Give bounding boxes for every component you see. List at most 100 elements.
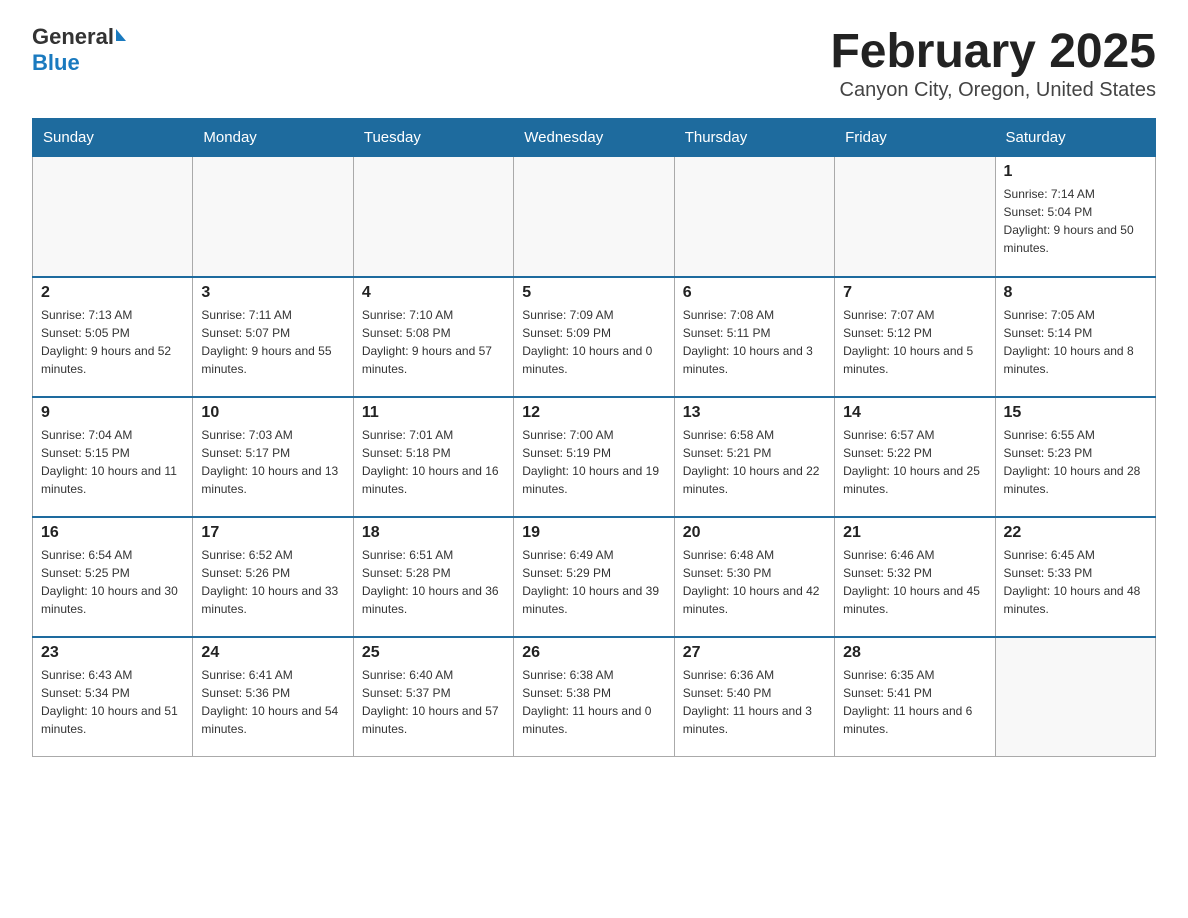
- header-monday: Monday: [193, 119, 353, 157]
- day-info: Sunrise: 6:49 AMSunset: 5:29 PMDaylight:…: [522, 546, 665, 618]
- table-row: 21 Sunrise: 6:46 AMSunset: 5:32 PMDayligh…: [835, 517, 995, 637]
- table-row: 12 Sunrise: 7:00 AMSunset: 5:19 PMDayligh…: [514, 397, 674, 517]
- day-number: 13: [683, 404, 826, 422]
- table-row: 4 Sunrise: 7:10 AMSunset: 5:08 PMDaylight…: [353, 277, 513, 397]
- day-info: Sunrise: 7:14 AMSunset: 5:04 PMDaylight:…: [1004, 185, 1147, 257]
- day-number: 7: [843, 284, 986, 302]
- day-info: Sunrise: 6:35 AMSunset: 5:41 PMDaylight:…: [843, 666, 986, 738]
- table-row: 8 Sunrise: 7:05 AMSunset: 5:14 PMDaylight…: [995, 277, 1155, 397]
- day-info: Sunrise: 6:46 AMSunset: 5:32 PMDaylight:…: [843, 546, 986, 618]
- table-row: [674, 157, 834, 277]
- day-info: Sunrise: 7:11 AMSunset: 5:07 PMDaylight:…: [201, 306, 344, 378]
- header-wednesday: Wednesday: [514, 119, 674, 157]
- header-thursday: Thursday: [674, 119, 834, 157]
- table-row: 22 Sunrise: 6:45 AMSunset: 5:33 PMDayligh…: [995, 517, 1155, 637]
- day-number: 21: [843, 524, 986, 542]
- day-info: Sunrise: 6:51 AMSunset: 5:28 PMDaylight:…: [362, 546, 505, 618]
- day-info: Sunrise: 6:40 AMSunset: 5:37 PMDaylight:…: [362, 666, 505, 738]
- table-row: 26 Sunrise: 6:38 AMSunset: 5:38 PMDayligh…: [514, 637, 674, 757]
- day-number: 24: [201, 644, 344, 662]
- day-info: Sunrise: 7:04 AMSunset: 5:15 PMDaylight:…: [41, 426, 184, 498]
- day-info: Sunrise: 6:43 AMSunset: 5:34 PMDaylight:…: [41, 666, 184, 738]
- table-row: 2 Sunrise: 7:13 AMSunset: 5:05 PMDaylight…: [33, 277, 193, 397]
- table-row: 5 Sunrise: 7:09 AMSunset: 5:09 PMDaylight…: [514, 277, 674, 397]
- table-row: [353, 157, 513, 277]
- header-tuesday: Tuesday: [353, 119, 513, 157]
- day-number: 2: [41, 284, 184, 302]
- day-info: Sunrise: 6:36 AMSunset: 5:40 PMDaylight:…: [683, 666, 826, 738]
- table-row: 17Sunrise: 6:52 AMSunset: 5:26 PMDayligh…: [193, 517, 353, 637]
- table-row: [193, 157, 353, 277]
- table-row: 15 Sunrise: 6:55 AMSunset: 5:23 PMDayligh…: [995, 397, 1155, 517]
- day-info: Sunrise: 6:41 AMSunset: 5:36 PMDaylight:…: [201, 666, 344, 738]
- day-info: Sunrise: 7:05 AMSunset: 5:14 PMDaylight:…: [1004, 306, 1147, 378]
- day-number: 15: [1004, 404, 1147, 422]
- day-number: 1: [1004, 163, 1147, 181]
- day-info: Sunrise: 7:01 AMSunset: 5:18 PMDaylight:…: [362, 426, 505, 498]
- logo-general: General: [32, 24, 114, 50]
- day-number: 12: [522, 404, 665, 422]
- day-info: Sunrise: 6:45 AMSunset: 5:33 PMDaylight:…: [1004, 546, 1147, 618]
- calendar-header: Sunday Monday Tuesday Wednesday Thursday…: [33, 119, 1156, 157]
- calendar-table: Sunday Monday Tuesday Wednesday Thursday…: [32, 118, 1156, 757]
- day-info: Sunrise: 6:38 AMSunset: 5:38 PMDaylight:…: [522, 666, 665, 738]
- table-row: 11 Sunrise: 7:01 AMSunset: 5:18 PMDayligh…: [353, 397, 513, 517]
- table-row: 24 Sunrise: 6:41 AMSunset: 5:36 PMDayligh…: [193, 637, 353, 757]
- day-number: 11: [362, 404, 505, 422]
- table-row: 16 Sunrise: 6:54 AMSunset: 5:25 PMDayligh…: [33, 517, 193, 637]
- day-number: 26: [522, 644, 665, 662]
- title-block: February 2025 Canyon City, Oregon, Unite…: [830, 24, 1156, 102]
- table-row: 10Sunrise: 7:03 AMSunset: 5:17 PMDayligh…: [193, 397, 353, 517]
- table-row: 25 Sunrise: 6:40 AMSunset: 5:37 PMDayligh…: [353, 637, 513, 757]
- table-row: [33, 157, 193, 277]
- weekday-header-row: Sunday Monday Tuesday Wednesday Thursday…: [33, 119, 1156, 157]
- day-info: Sunrise: 7:13 AMSunset: 5:05 PMDaylight:…: [41, 306, 184, 378]
- day-info: Sunrise: 7:00 AMSunset: 5:19 PMDaylight:…: [522, 426, 665, 498]
- day-info: Sunrise: 6:58 AMSunset: 5:21 PMDaylight:…: [683, 426, 826, 498]
- day-number: 17: [201, 524, 344, 542]
- table-row: 9Sunrise: 7:04 AMSunset: 5:15 PMDaylight…: [33, 397, 193, 517]
- calendar-week-row: 23Sunrise: 6:43 AMSunset: 5:34 PMDayligh…: [33, 637, 1156, 757]
- day-number: 4: [362, 284, 505, 302]
- table-row: 7 Sunrise: 7:07 AMSunset: 5:12 PMDaylight…: [835, 277, 995, 397]
- calendar-week-row: 1 Sunrise: 7:14 AMSunset: 5:04 PMDaylight…: [33, 157, 1156, 277]
- header-saturday: Saturday: [995, 119, 1155, 157]
- day-info: Sunrise: 6:54 AMSunset: 5:25 PMDaylight:…: [41, 546, 184, 618]
- table-row: 23Sunrise: 6:43 AMSunset: 5:34 PMDayligh…: [33, 637, 193, 757]
- day-number: 16: [41, 524, 184, 542]
- table-row: 20Sunrise: 6:48 AMSunset: 5:30 PMDayligh…: [674, 517, 834, 637]
- table-row: 14Sunrise: 6:57 AMSunset: 5:22 PMDayligh…: [835, 397, 995, 517]
- table-row: 27Sunrise: 6:36 AMSunset: 5:40 PMDayligh…: [674, 637, 834, 757]
- calendar-week-row: 16 Sunrise: 6:54 AMSunset: 5:25 PMDayligh…: [33, 517, 1156, 637]
- day-info: Sunrise: 7:09 AMSunset: 5:09 PMDaylight:…: [522, 306, 665, 378]
- logo-blue: Blue: [32, 50, 80, 76]
- header-sunday: Sunday: [33, 119, 193, 157]
- day-number: 19: [522, 524, 665, 542]
- page-title: February 2025: [830, 24, 1156, 79]
- day-info: Sunrise: 7:07 AMSunset: 5:12 PMDaylight:…: [843, 306, 986, 378]
- day-info: Sunrise: 6:48 AMSunset: 5:30 PMDaylight:…: [683, 546, 826, 618]
- table-row: [995, 637, 1155, 757]
- table-row: [835, 157, 995, 277]
- table-row: 3Sunrise: 7:11 AMSunset: 5:07 PMDaylight…: [193, 277, 353, 397]
- table-row: 1 Sunrise: 7:14 AMSunset: 5:04 PMDaylight…: [995, 157, 1155, 277]
- page-subtitle: Canyon City, Oregon, United States: [830, 79, 1156, 102]
- day-number: 25: [362, 644, 505, 662]
- day-info: Sunrise: 6:55 AMSunset: 5:23 PMDaylight:…: [1004, 426, 1147, 498]
- table-row: 19 Sunrise: 6:49 AMSunset: 5:29 PMDayligh…: [514, 517, 674, 637]
- day-number: 5: [522, 284, 665, 302]
- logo: General Blue: [32, 24, 126, 76]
- logo-arrow-icon: [116, 29, 126, 41]
- table-row: 28 Sunrise: 6:35 AMSunset: 5:41 PMDayligh…: [835, 637, 995, 757]
- table-row: [514, 157, 674, 277]
- table-row: 13 Sunrise: 6:58 AMSunset: 5:21 PMDayligh…: [674, 397, 834, 517]
- day-number: 22: [1004, 524, 1147, 542]
- day-number: 18: [362, 524, 505, 542]
- table-row: 18 Sunrise: 6:51 AMSunset: 5:28 PMDayligh…: [353, 517, 513, 637]
- day-info: Sunrise: 7:08 AMSunset: 5:11 PMDaylight:…: [683, 306, 826, 378]
- day-number: 8: [1004, 284, 1147, 302]
- day-info: Sunrise: 6:57 AMSunset: 5:22 PMDaylight:…: [843, 426, 986, 498]
- day-number: 28: [843, 644, 986, 662]
- day-info: Sunrise: 7:10 AMSunset: 5:08 PMDaylight:…: [362, 306, 505, 378]
- day-number: 6: [683, 284, 826, 302]
